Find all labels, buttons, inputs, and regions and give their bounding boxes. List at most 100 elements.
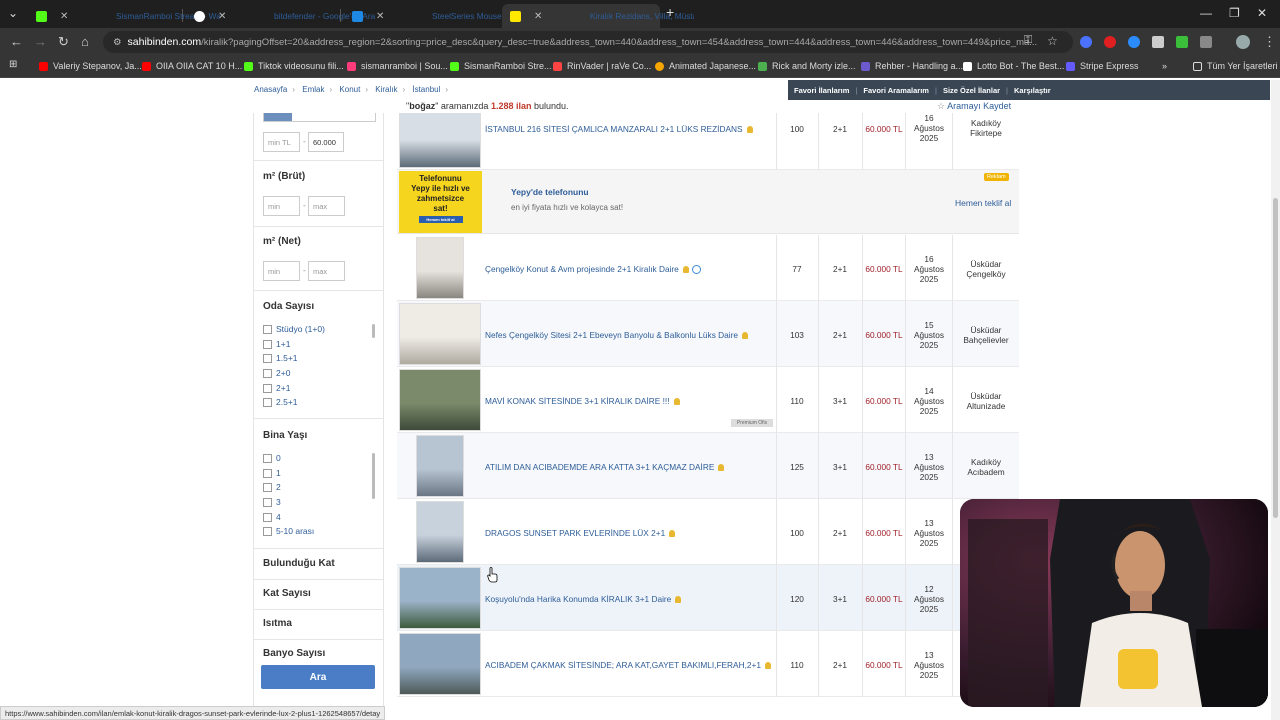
breadcrumb-konut[interactable]: Konut: [339, 85, 360, 94]
room-option-1-1[interactable]: 1+1: [263, 339, 290, 349]
checkbox[interactable]: [263, 453, 272, 463]
room-count-heading[interactable]: Oda Sayısı: [263, 301, 314, 312]
window-close-icon[interactable]: ✕: [1257, 6, 1267, 20]
bookmark-item[interactable]: Rick and Morty izle...: [758, 61, 856, 71]
compare-link[interactable]: Karşılaştır: [1014, 86, 1051, 95]
favorite-searches-link[interactable]: Favori Aramalarım: [863, 86, 929, 95]
video-play-icon[interactable]: [691, 265, 701, 274]
forward-icon[interactable]: →: [34, 34, 47, 49]
building-age-heading[interactable]: Bina Yaşı: [263, 430, 307, 441]
all-bookmarks-folder[interactable]: Tüm Yer İşaretleri: [1193, 61, 1278, 71]
building-age-option-3[interactable]: 3: [263, 497, 281, 507]
listing-row[interactable]: İSTANBUL 216 SİTESİ ÇAMLICA MANZARALI 2+…: [397, 113, 1019, 170]
bookmark-item[interactable]: Animated Japanese...: [655, 61, 756, 71]
m2-net-min-input[interactable]: min: [263, 261, 300, 281]
close-tab-icon[interactable]: ✕: [60, 11, 68, 22]
listing-title[interactable]: ATILIM DAN ACIBADEMDE ARA KATTA 3+1 KAÇM…: [485, 462, 725, 472]
breadcrumb-emlak[interactable]: Emlak: [302, 85, 324, 94]
checkbox[interactable]: [263, 383, 272, 393]
save-search-link[interactable]: ☆ Aramayı Kaydet: [937, 101, 1011, 112]
ad-title[interactable]: Yepy'de telefonunu: [511, 187, 589, 197]
bookmark-item[interactable]: sismanramboi | Sou...: [347, 61, 448, 71]
listing-title[interactable]: ACIBADEM ÇAKMAK SİTESİNDE; ARA KAT,GAYET…: [485, 660, 771, 670]
close-tab-icon[interactable]: ✕: [534, 11, 542, 22]
checkbox[interactable]: [263, 482, 272, 492]
price-min-input[interactable]: min TL: [263, 132, 300, 152]
m2-net-max-input[interactable]: max: [308, 261, 345, 281]
m2-brut-heading[interactable]: m² (Brüt): [263, 171, 305, 182]
profile-avatar-icon[interactable]: [1236, 35, 1250, 49]
search-button[interactable]: Ara: [261, 665, 375, 689]
listing-photo[interactable]: [416, 435, 464, 497]
personalized-listings-link[interactable]: Size Özel İlanlar: [943, 86, 1000, 95]
building-age-option-4[interactable]: 4: [263, 512, 281, 522]
room-option-1-5-1[interactable]: 1.5+1: [263, 353, 298, 363]
listing-row[interactable]: Nefes Çengelköy Sitesi 2+1 Ebeveyn Banyo…: [397, 301, 1019, 367]
room-option-2-5-1[interactable]: 2.5+1: [263, 397, 298, 407]
bookmark-item[interactable]: Tiktok videosunu fili...: [244, 61, 344, 71]
apps-grid-icon[interactable]: ⊞: [9, 59, 17, 70]
maximize-icon[interactable]: ❐: [1229, 6, 1240, 20]
listing-title[interactable]: Çengelköy Konut & Avm projesinde 2+1 Kir…: [485, 264, 701, 274]
listing-row[interactable]: DRAGOS SUNSET PARK EVLERİNDE LÜX 2+1 100 2…: [397, 499, 1019, 565]
breadcrumb-anasayfa[interactable]: Anasayfa: [254, 85, 287, 94]
room-option-2-0[interactable]: 2+0: [263, 368, 290, 378]
tab-sahibinden[interactable]: Kiralık Rezidans, Villa, Müstakil ✕: [502, 4, 694, 28]
room-option-2-1[interactable]: 2+1: [263, 383, 290, 393]
bitdefender-extension-icon[interactable]: [1104, 36, 1116, 48]
shield-extension-icon[interactable]: [1152, 36, 1164, 48]
new-tab-button[interactable]: +: [666, 4, 674, 20]
listing-photo[interactable]: [416, 237, 464, 299]
back-icon[interactable]: ←: [10, 34, 23, 49]
ad-row[interactable]: Telefonunu Yepy ile hızlı ve zahmetsizce…: [397, 170, 1019, 234]
m2-brut-min-input[interactable]: min: [263, 196, 300, 216]
listing-photo[interactable]: [399, 303, 481, 365]
bookmark-item[interactable]: SismanRamboi Stre...: [450, 61, 552, 71]
close-tab-icon[interactable]: ✕: [376, 11, 384, 22]
password-key-icon[interactable]: ⚿: [1024, 34, 1032, 47]
listing-row[interactable]: Çengelköy Konut & Avm projesinde 2+1 Kir…: [397, 235, 1019, 301]
floor-count-heading[interactable]: Kat Sayısı: [263, 588, 311, 599]
m2-net-heading[interactable]: m² (Net): [263, 236, 301, 247]
bookmark-item[interactable]: Rehber - Handling a...: [861, 61, 963, 71]
listing-title[interactable]: MAVİ KONAK SİTESİNDE 3+1 KİRALIK DAİRE !…: [485, 396, 680, 406]
ad-image[interactable]: Telefonunu Yepy ile hızlı ve zahmetsizce…: [399, 171, 482, 233]
building-age-option-5-10[interactable]: 5-10 arası: [263, 526, 314, 536]
chrome-menu-icon[interactable]: ⋮: [1263, 34, 1276, 50]
listing-title[interactable]: Nefes Çengelköy Sitesi 2+1 Ebeveyn Banyo…: [485, 330, 748, 340]
building-age-option-1[interactable]: 1: [263, 468, 281, 478]
floor-heading[interactable]: Bulunduğu Kat: [263, 558, 335, 569]
currency-tabs[interactable]: [263, 113, 376, 122]
listing-photo[interactable]: [399, 369, 481, 431]
listing-row[interactable]: MAVİ KONAK SİTESİNDE 3+1 KİRALIK DAİRE !…: [397, 367, 1019, 433]
checkbox[interactable]: [263, 526, 272, 536]
bookmark-item[interactable]: Lotto Bot - The Best...: [963, 61, 1064, 71]
building-age-option-2[interactable]: 2: [263, 482, 281, 492]
checkbox[interactable]: [263, 368, 272, 378]
ad-cta-link[interactable]: Hemen teklif al: [955, 198, 1011, 208]
extension-icon[interactable]: [1080, 36, 1092, 48]
room-option-studio[interactable]: Stüdyo (1+0): [263, 324, 325, 334]
building-age-scrollbar[interactable]: [372, 453, 375, 499]
checkbox[interactable]: [263, 324, 272, 334]
tab-kick-stream[interactable]: SismanRamboi Stream - Watch ✕: [28, 4, 220, 28]
bookmark-item[interactable]: Stripe Express: [1066, 61, 1139, 71]
close-tab-icon[interactable]: ✕: [218, 11, 226, 22]
tab-google-search[interactable]: bitdefender - Google'da Ara ✕: [186, 4, 375, 28]
bathroom-count-heading[interactable]: Banyo Sayısı: [263, 648, 325, 659]
minimize-icon[interactable]: —: [1200, 6, 1212, 20]
favorite-listings-link[interactable]: Favori İlanlarım: [794, 86, 849, 95]
checkbox[interactable]: [263, 497, 272, 507]
listing-photo[interactable]: [416, 501, 464, 563]
bookmark-item[interactable]: OIIA OIIA CAT 10 H...: [142, 61, 242, 71]
green-extension-icon[interactable]: [1176, 36, 1188, 48]
tab-search-icon[interactable]: ⌄: [8, 6, 18, 20]
heating-heading[interactable]: Isıtma: [263, 618, 292, 629]
breadcrumb-kiralik[interactable]: Kiralık: [375, 85, 397, 94]
page-scrollbar[interactable]: [1271, 80, 1280, 720]
extensions-puzzle-icon[interactable]: [1200, 36, 1212, 48]
listing-title[interactable]: Koşuyolu'nda Harika Konumda KİRALIK 3+1 …: [485, 594, 682, 604]
listing-row[interactable]: ACIBADEM ÇAKMAK SİTESİNDE; ARA KAT,GAYET…: [397, 631, 1019, 697]
listing-title[interactable]: DRAGOS SUNSET PARK EVLERİNDE LÜX 2+1: [485, 528, 676, 538]
checkbox[interactable]: [263, 468, 272, 478]
